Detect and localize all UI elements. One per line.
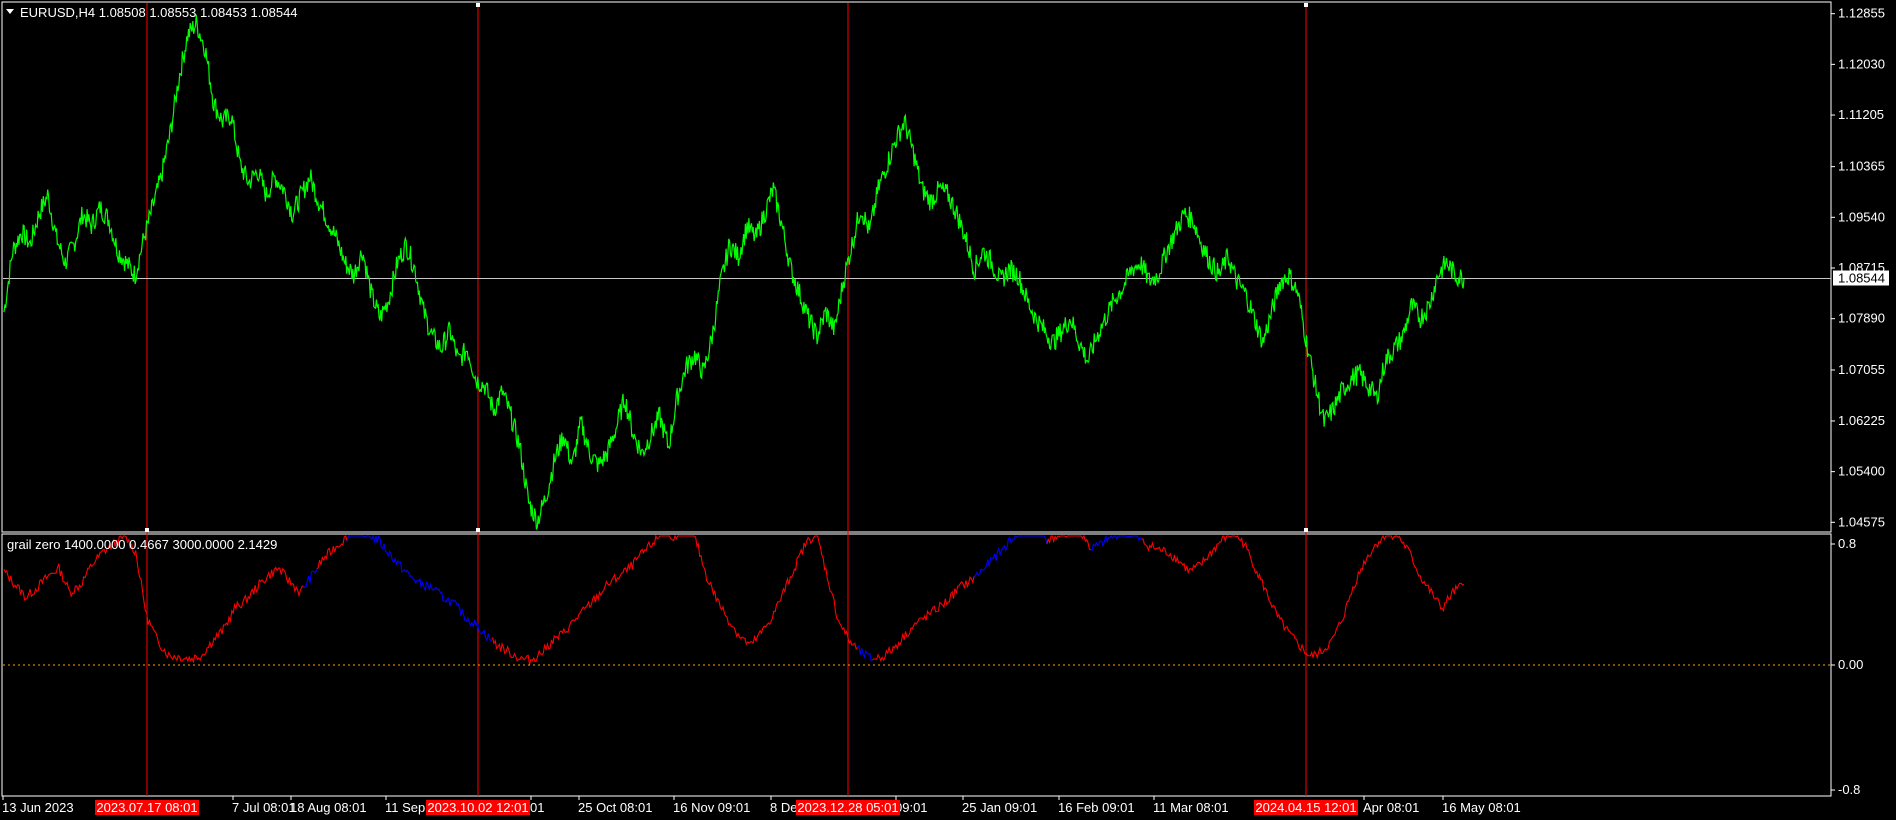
x-tick-label: 01 (530, 800, 544, 815)
indicator-y-axis: 0.8 0.00 -0.8 (1831, 536, 1863, 797)
y-tick-label: 1.05400 (1838, 464, 1885, 479)
ind-y-tick-label: 0.8 (1838, 536, 1856, 551)
y-tick-label: 1.06225 (1838, 413, 1885, 428)
marker-date-label: 2023.07.17 08:01 (96, 800, 197, 815)
current-price-label: 1.08544 (1838, 271, 1885, 286)
x-tick-label: 16 May 08:01 (1442, 800, 1521, 815)
ind-y-tick-label: 0.00 (1838, 657, 1863, 672)
y-tick-label: 1.12855 (1838, 6, 1885, 21)
x-tick-label: 11 Mar 08:01 (1153, 800, 1229, 815)
main-y-axis: 1.128551.120301.112051.103651.095401.087… (1831, 6, 1885, 529)
indicator-panel-frame (1, 533, 1832, 797)
x-tick-label: 11 Sep (385, 800, 425, 815)
x-tick-label: 16 Nov 09:01 (673, 800, 750, 815)
main-panel-frame (1, 1, 1832, 533)
x-tick-label: Apr 08:01 (1363, 800, 1419, 815)
marker-date-label: 2023.12.28 05:01 (797, 800, 898, 815)
marker-handle[interactable] (145, 528, 149, 532)
x-tick-label: 13 Jun 2023 (2, 800, 74, 815)
marker-date-label: 2023.10.02 12:01 (427, 800, 528, 815)
y-tick-label: 1.04575 (1838, 514, 1885, 529)
marker-date-label: 2024.04.15 12:01 (1255, 800, 1356, 815)
x-tick-label: 8 De (770, 800, 797, 815)
y-tick-label: 1.10365 (1838, 159, 1885, 174)
marker-handle[interactable] (1304, 528, 1308, 532)
x-tick-label: 25 Jan 09:01 (962, 800, 1037, 815)
y-tick-label: 1.07890 (1838, 311, 1885, 326)
marker-handle[interactable] (476, 3, 480, 7)
x-tick-label: 7 Jul 08:01 (232, 800, 296, 815)
y-tick-label: 1.09540 (1838, 209, 1885, 224)
x-tick-label: 18 Aug 08:01 (290, 800, 367, 815)
chart-canvas: 1.128551.120301.112051.103651.095401.087… (1, 1, 1889, 815)
x-tick-label: 25 Oct 08:01 (578, 800, 652, 815)
marker-handle[interactable] (476, 528, 480, 532)
indicator-title: grail zero 1400.0000 0.4667 3000.0000 2.… (7, 537, 277, 552)
main-chart-title: EURUSD,H4 1.08508 1.08553 1.08453 1.0854… (20, 5, 298, 20)
y-tick-label: 1.12030 (1838, 56, 1885, 71)
x-axis: 13 Jun 2023 7 Jul 08:0118 Aug 08:01 11 Sep… (2, 796, 1521, 815)
y-tick-label: 1.11205 (1838, 107, 1884, 122)
y-tick-label: 1.07055 (1838, 362, 1885, 377)
ind-y-tick-label: -0.8 (1838, 782, 1860, 797)
marker-handle[interactable] (1304, 3, 1308, 7)
x-tick-label: 16 Feb 09:01 (1058, 800, 1135, 815)
